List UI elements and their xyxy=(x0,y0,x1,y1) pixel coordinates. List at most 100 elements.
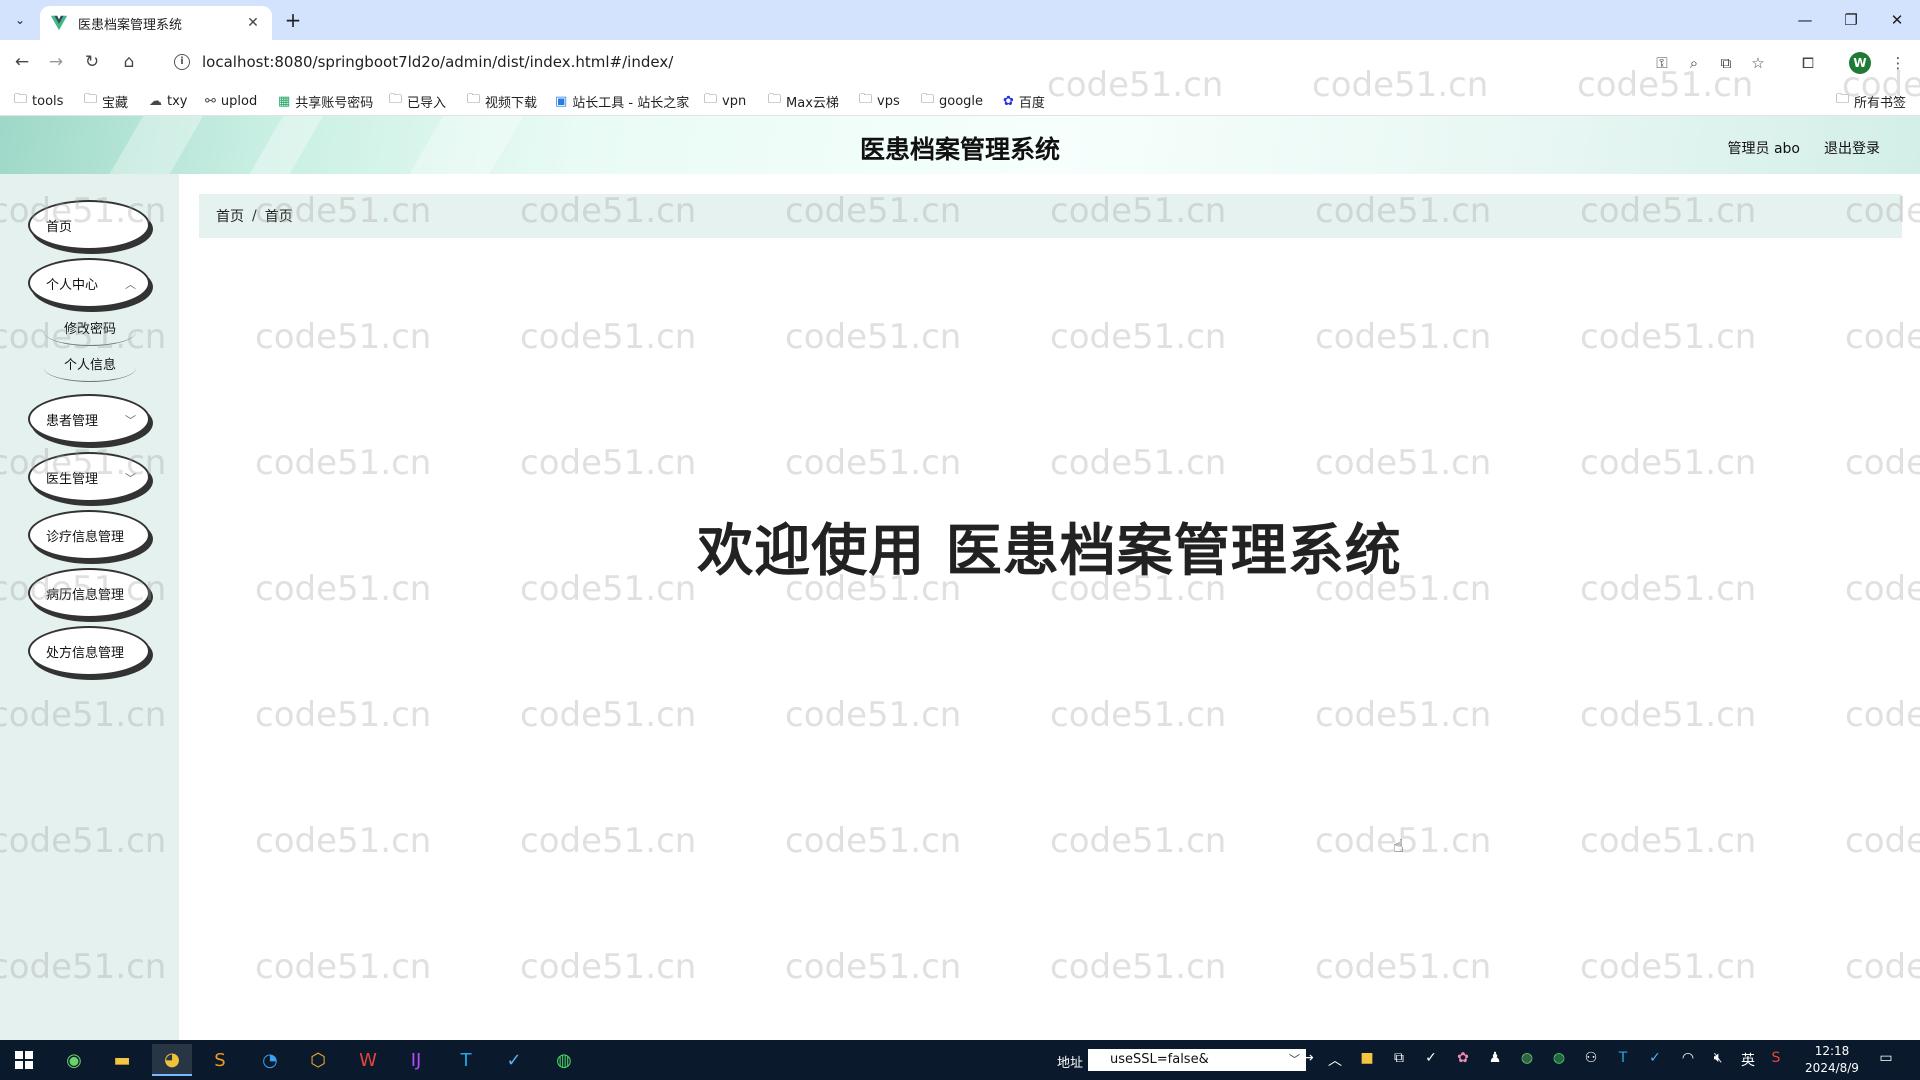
wps-icon[interactable]: W xyxy=(348,1044,388,1076)
welcome-heading: 欢迎使用 医患档案管理系统 xyxy=(697,519,1402,584)
forward-arrow-icon[interactable]: → xyxy=(44,50,68,74)
ime-indicator[interactable]: 英 xyxy=(1738,1050,1758,1070)
windows-taskbar: ◉ ▬ ◕ S ◔ ⬡ W IJ T ✓ ◍ 地址 useSSL=false& … xyxy=(0,1040,1920,1080)
windows-start-icon[interactable] xyxy=(4,1044,44,1076)
tray-wechat-icon[interactable]: ◍ xyxy=(1549,1050,1569,1066)
typora-icon[interactable]: T xyxy=(446,1044,486,1076)
bookmark-star-icon[interactable]: ☆ xyxy=(1747,52,1769,74)
tray-app-icon[interactable]: ◍ xyxy=(1517,1050,1537,1066)
bookmark-item[interactable]: 🗀 vps xyxy=(859,91,900,111)
back-arrow-icon[interactable]: ← xyxy=(10,50,34,74)
bookmark-item[interactable]: ▦ 共享账号密码 xyxy=(278,91,373,111)
breadcrumb-current: 首页 xyxy=(264,209,293,225)
logout-button[interactable]: 退出登录 xyxy=(1824,138,1880,158)
tray-app-icon[interactable]: ✓ xyxy=(1421,1050,1441,1066)
bookmark-item[interactable]: 🗀 Max云梯 xyxy=(768,91,839,111)
tray-app-icon[interactable]: T xyxy=(1613,1050,1633,1066)
bookmark-item[interactable]: ▣ 站长工具 - 站长之家 xyxy=(555,91,689,111)
tray-expand-icon[interactable]: ︿ xyxy=(1325,1050,1345,1070)
wechat-icon[interactable]: ◍ xyxy=(544,1044,584,1076)
bookmark-item[interactable]: ☁ txy xyxy=(149,91,187,111)
browser-tab-active[interactable]: 医患档案管理系统 ✕ xyxy=(40,6,272,40)
chevron-down-icon[interactable]: ﹀ xyxy=(1289,1049,1300,1071)
folder-icon: 🗀 xyxy=(467,92,481,107)
file-explorer-icon[interactable]: ▬ xyxy=(102,1044,142,1076)
breadcrumb: 首页 / 首页 xyxy=(199,194,1902,238)
app-hexagon-icon[interactable]: ⬡ xyxy=(298,1044,338,1076)
sublime-icon[interactable]: S xyxy=(200,1044,240,1076)
tab-search-icon[interactable]: ⌄ xyxy=(8,8,32,32)
taskbar-clock[interactable]: 12:18 2024/8/9 xyxy=(1803,1043,1861,1077)
hand-cursor-icon: ☝ xyxy=(1393,836,1404,857)
sidebar-item-personal-center[interactable]: 个人中心 ︿ xyxy=(28,258,150,308)
wifi-icon[interactable]: ◠ xyxy=(1678,1050,1698,1066)
sheet-icon: ▦ xyxy=(278,93,291,109)
zoom-icon[interactable]: ⌕ xyxy=(1683,52,1705,74)
taskbar-address-input[interactable]: useSSL=false& ﹀ xyxy=(1088,1049,1306,1071)
bookmark-item[interactable]: ✿ 百度 xyxy=(1003,91,1045,111)
baidu-icon: ✿ xyxy=(1003,93,1014,109)
bookmark-item[interactable]: 🗀 tools xyxy=(14,91,63,111)
bookmark-item[interactable]: 🗀 vpn xyxy=(704,91,746,111)
sidebar-subitem-change-password[interactable]: 修改密码 xyxy=(44,318,136,346)
bookmarks-bar: 🗀 tools 🗀 宝藏 ☁ txy ⚯ uplod ▦ 共享账号密码 🗀 已导入 🗀 视频下… xyxy=(0,84,1920,116)
tray-app-icon[interactable]: ⚇ xyxy=(1581,1050,1601,1066)
profile-avatar[interactable]: W xyxy=(1849,52,1871,74)
sidebar-item-record-mgmt[interactable]: 病历信息管理 xyxy=(28,568,150,618)
breadcrumb-separator: / xyxy=(252,208,257,224)
close-window-button[interactable]: ✕ xyxy=(1877,6,1917,34)
tab-close-icon[interactable]: ✕ xyxy=(244,15,262,31)
all-bookmarks[interactable]: 🗀 所有书签 xyxy=(1836,91,1906,111)
tray-app-icon[interactable]: ✿ xyxy=(1453,1050,1473,1066)
chevron-down-icon: ﹀ xyxy=(125,414,136,427)
screenshot-icon[interactable]: ⧉ xyxy=(1715,52,1737,74)
home-icon[interactable]: ⌂ xyxy=(117,50,141,74)
browser-toolbar: ← → ↻ ⌂ i localhost:8080/springboot7ld2o… xyxy=(0,40,1920,84)
password-key-icon[interactable]: ⚿ xyxy=(1651,52,1673,74)
browser-360-icon[interactable]: ◉ xyxy=(54,1044,94,1076)
new-tab-button[interactable]: + xyxy=(280,8,306,34)
vue-favicon-icon xyxy=(50,15,68,31)
taskbar-go-arrow-icon[interactable]: → xyxy=(1302,1050,1314,1066)
address-bar[interactable]: i localhost:8080/springboot7ld2o/admin/d… xyxy=(160,46,1780,78)
bookmark-item[interactable]: 🗀 视频下载 xyxy=(467,91,537,111)
sidebar-item-home[interactable]: 首页 xyxy=(28,200,150,250)
bookmark-item[interactable]: 🗀 宝藏 xyxy=(84,91,128,111)
intellij-icon[interactable]: IJ xyxy=(396,1044,436,1076)
folder-icon: 🗀 xyxy=(84,92,98,107)
sidebar-item-diagnosis-mgmt[interactable]: 诊疗信息管理 xyxy=(28,510,150,560)
edge-icon[interactable]: ◔ xyxy=(250,1044,290,1076)
app-header: 医患档案管理系统 管理员 abo 退出登录 xyxy=(0,116,1920,174)
sogou-ime-icon[interactable]: S xyxy=(1766,1050,1786,1066)
bookmark-item[interactable]: ⚯ uplod xyxy=(205,91,257,111)
extensions-icon[interactable]: ⧠ xyxy=(1797,52,1819,74)
tab-title: 医患档案管理系统 xyxy=(78,17,183,33)
bookmark-item[interactable]: 🗀 已导入 xyxy=(389,91,446,111)
minimize-window-button[interactable]: — xyxy=(1785,6,1825,34)
tray-app-icon[interactable]: ⧉ xyxy=(1389,1050,1409,1066)
site-info-icon[interactable]: i xyxy=(174,54,190,70)
chevron-down-icon: ﹀ xyxy=(125,472,136,485)
sidebar-item-doctor-mgmt[interactable]: 医生管理 ﹀ xyxy=(28,452,150,502)
sidebar-subitem-personal-info[interactable]: 个人信息 xyxy=(44,354,136,382)
sidebar-item-prescription-mgmt[interactable]: 处方信息管理 xyxy=(28,626,150,676)
bookmark-item[interactable]: 🗀 google xyxy=(921,91,983,111)
chrome-icon[interactable]: ◕ xyxy=(152,1044,192,1076)
current-user-label: 管理员 abo xyxy=(1727,141,1800,157)
tray-app-icon[interactable]: ✓ xyxy=(1645,1050,1665,1066)
folder-icon: 🗀 xyxy=(389,92,403,107)
sidebar-item-patient-mgmt[interactable]: 患者管理 ﹀ xyxy=(28,394,150,444)
tray-app-icon[interactable]: ♟ xyxy=(1485,1050,1505,1066)
reload-icon[interactable]: ↻ xyxy=(80,50,104,74)
breadcrumb-root-link[interactable]: 首页 xyxy=(216,206,244,226)
taskbar-address-label: 地址 xyxy=(1057,1056,1084,1071)
tray-app-icon[interactable]: ■ xyxy=(1357,1050,1377,1066)
vscode-icon[interactable]: ✓ xyxy=(494,1044,534,1076)
notifications-icon[interactable]: ▭ xyxy=(1876,1050,1896,1066)
address-url: localhost:8080/springboot7ld2o/admin/dis… xyxy=(202,53,674,71)
restore-window-button[interactable]: ❐ xyxy=(1831,6,1871,34)
browser-menu-icon[interactable]: ⋮ xyxy=(1887,52,1909,74)
folder-icon: 🗀 xyxy=(768,92,782,107)
sidebar-menu: 首页 个人中心 ︿ 修改密码 个人信息 患者管理 ﹀ 医生管理 ﹀ 诊疗信息管理… xyxy=(0,174,179,1040)
volume-muted-icon[interactable]: 🔇︎ xyxy=(1708,1050,1728,1066)
